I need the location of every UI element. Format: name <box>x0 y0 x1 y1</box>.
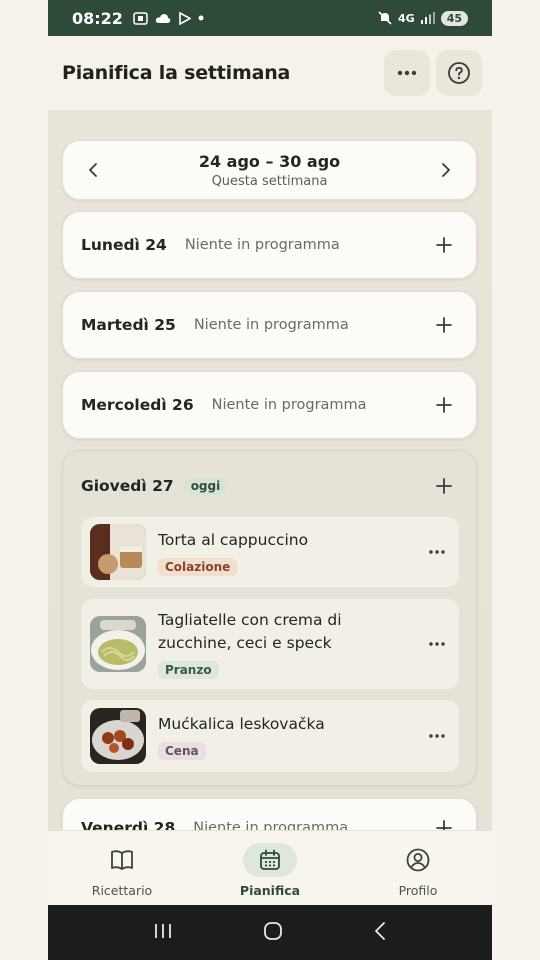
more-options-button[interactable] <box>384 50 430 96</box>
day-card-wednesday: Mercoledì 26 Niente in programma <box>62 371 477 439</box>
meal-name: Tagliatelle con crema di zucchine, ceci … <box>158 611 342 652</box>
day-name: Giovedì 27 <box>81 477 174 495</box>
meal-item-lunch[interactable]: Tagliatelle con crema di zucchine, ceci … <box>81 599 459 689</box>
meal-thumbnail <box>90 616 146 672</box>
more-horizontal-icon <box>429 734 445 738</box>
meal-thumbnail <box>90 524 146 580</box>
today-header: Giovedì 27 oggi <box>63 451 476 521</box>
day-card-tuesday: Martedì 25 Niente in programma <box>62 291 477 359</box>
meal-name: Mućkalica leskovačka <box>158 714 325 733</box>
nav-label: Profilo <box>398 883 438 898</box>
day-status: Niente in programma <box>211 397 367 413</box>
help-button[interactable] <box>436 50 482 96</box>
phone-screen: 08:22 4G 45 Pianifica la settimana 24 ag… <box>48 0 492 960</box>
more-horizontal-icon <box>429 642 445 646</box>
meal-thumbnail <box>90 708 146 764</box>
status-time: 08:22 <box>72 8 123 28</box>
meal-options-button[interactable] <box>425 734 449 738</box>
recent-apps-icon <box>155 923 171 938</box>
recent-apps-button[interactable] <box>153 922 173 944</box>
day-card-friday: Venerdì 28 Niente in programma <box>62 798 477 830</box>
day-name: Martedì 25 <box>81 316 176 334</box>
meal-info: Mućkalica leskovačka Cena <box>158 713 425 760</box>
nav-label: Pianifica <box>239 883 301 898</box>
day-name: Mercoledì 26 <box>81 396 194 414</box>
calendar-icon <box>243 843 297 877</box>
nav-item-profilo[interactable]: Profilo <box>344 831 492 905</box>
mute-icon <box>378 11 392 25</box>
plus-icon <box>436 478 452 494</box>
meal-info: Tagliatelle con crema di zucchine, ceci … <box>158 609 425 679</box>
day-card-monday: Lunedì 24 Niente in programma <box>62 211 477 279</box>
chevron-left-icon <box>89 163 97 177</box>
meal-tag: Pranzo <box>158 661 219 679</box>
plus-icon <box>436 820 452 830</box>
plus-icon <box>436 397 452 413</box>
day-name: Lunedì 24 <box>81 236 167 254</box>
play-store-icon <box>179 11 191 25</box>
plus-icon <box>436 237 452 253</box>
week-subtitle: Questa settimana <box>211 173 328 189</box>
add-meal-button[interactable] <box>432 313 456 337</box>
profile-icon <box>391 843 445 877</box>
day-status: Niente in programma <box>193 317 349 333</box>
help-icon <box>448 62 470 84</box>
previous-week-button[interactable] <box>81 158 105 182</box>
status-bar: 08:22 4G 45 <box>48 0 492 36</box>
cloud-icon <box>155 13 171 23</box>
status-icons <box>133 11 204 25</box>
meal-tag: Cena <box>158 741 206 760</box>
stew-photo-icon <box>90 708 146 764</box>
plus-icon <box>436 317 452 333</box>
book-icon <box>95 843 149 877</box>
add-meal-button[interactable] <box>432 233 456 257</box>
week-selector: 24 ago – 30 ago Questa settimana <box>62 140 477 200</box>
system-navigation-bar <box>48 905 492 960</box>
bottom-navigation: Ricettario Pianifica Profilo <box>48 830 492 905</box>
back-icon <box>375 921 385 940</box>
back-button[interactable] <box>373 921 387 945</box>
day-status: Niente in programma <box>184 237 340 253</box>
more-horizontal-icon <box>429 550 445 554</box>
meal-info: Torta al cappuccino Colazione <box>158 529 425 576</box>
page-title: Pianifica la settimana <box>62 62 291 84</box>
meal-item-dinner[interactable]: Mućkalica leskovačka Cena <box>81 700 459 772</box>
meal-options-button[interactable] <box>425 642 449 646</box>
signal-icon <box>420 12 435 24</box>
app-header: Pianifica la settimana <box>48 36 492 110</box>
dot-icon <box>198 15 204 21</box>
nav-item-ricettario[interactable]: Ricettario <box>48 831 196 905</box>
home-button[interactable] <box>263 921 283 945</box>
add-meal-button[interactable] <box>432 816 456 830</box>
day-card-today: Giovedì 27 oggi Torta al cappuccino Cola… <box>62 450 477 786</box>
meal-options-button[interactable] <box>425 550 449 554</box>
week-range: 24 ago – 30 ago <box>198 151 341 171</box>
more-horizontal-icon <box>397 70 417 76</box>
pasta-photo-icon <box>90 616 146 672</box>
today-badge: oggi <box>183 477 228 495</box>
cake-photo-icon <box>90 524 146 580</box>
meal-tag: Colazione <box>158 557 238 576</box>
nav-label: Ricettario <box>91 883 153 898</box>
week-planner-content[interactable]: 24 ago – 30 ago Questa settimana Lunedì … <box>48 110 492 830</box>
status-right: 4G 45 <box>378 10 468 26</box>
meal-item-breakfast[interactable]: Torta al cappuccino Colazione <box>81 517 459 587</box>
next-week-button[interactable] <box>434 158 458 182</box>
meal-name: Torta al cappuccino <box>158 530 309 549</box>
battery-indicator: 45 <box>440 10 468 26</box>
week-label: 24 ago – 30 ago Questa settimana <box>199 152 340 189</box>
screenshot-icon <box>133 11 148 25</box>
add-meal-button[interactable] <box>432 474 456 498</box>
network-type: 4G <box>398 11 415 25</box>
day-name: Venerdì 28 <box>81 819 176 830</box>
nav-item-pianifica[interactable]: Pianifica <box>196 831 344 905</box>
chevron-right-icon <box>442 163 450 177</box>
home-icon <box>264 921 282 940</box>
day-status: Niente in programma <box>193 820 349 830</box>
add-meal-button[interactable] <box>432 393 456 417</box>
